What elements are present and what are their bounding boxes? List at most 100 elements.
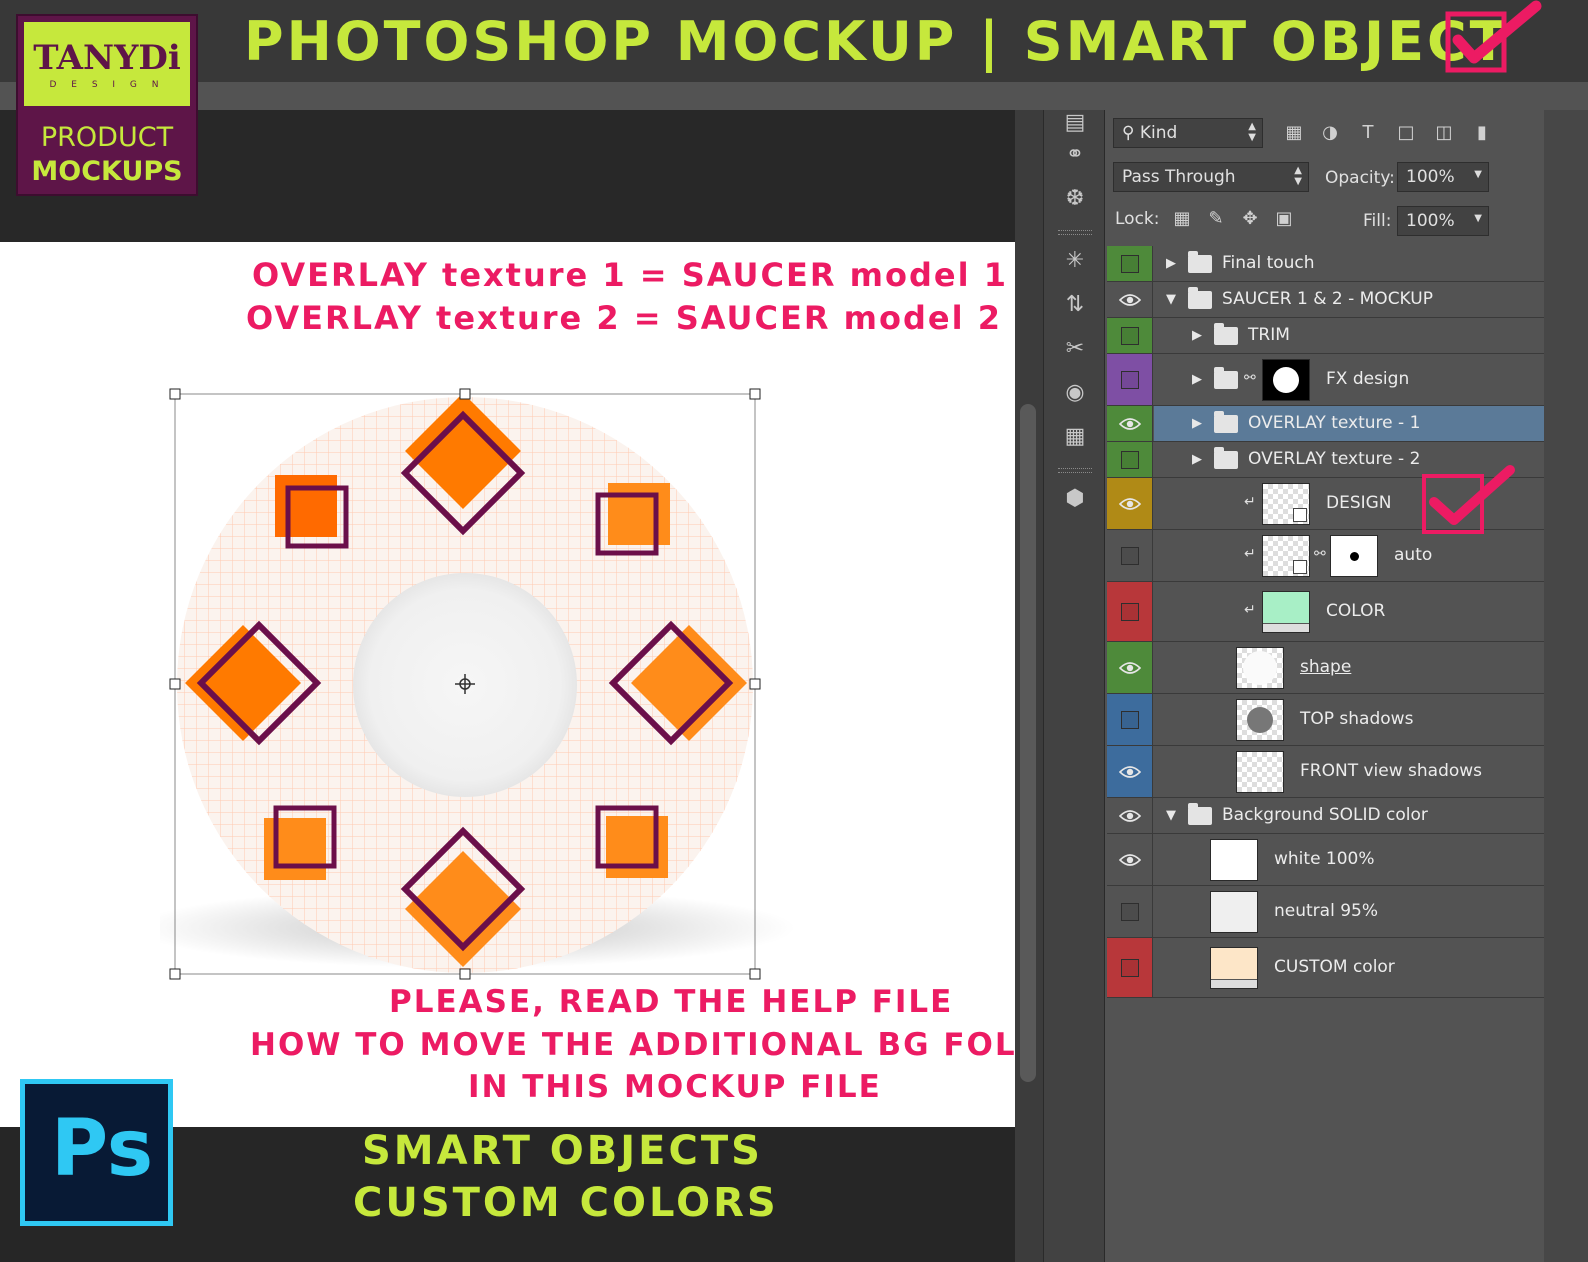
clipping-arrow-icon: ↵ <box>1244 545 1256 562</box>
filter-adjustment-icon[interactable]: ◑ <box>1319 122 1341 144</box>
canvas-scrollbar-thumb[interactable] <box>1020 404 1036 1082</box>
3d-cube-icon[interactable]: ⬢ <box>1062 486 1088 512</box>
layer-row[interactable]: ▶ Final touch <box>1107 246 1544 282</box>
layer-row[interactable]: ▶ TRIM <box>1107 318 1544 354</box>
layer-name: OVERLAY texture - 2 <box>1248 448 1421 469</box>
creative-cloud-icon[interactable]: ⚭ <box>1062 142 1088 168</box>
layer-row[interactable]: shape <box>1107 642 1544 694</box>
filter-type-icon[interactable]: T <box>1357 122 1379 144</box>
panel-grip-2[interactable] <box>1058 468 1092 473</box>
lock-all-icon[interactable]: ▣ <box>1273 208 1295 230</box>
layer-visibility-toggle[interactable] <box>1107 938 1153 997</box>
libraries-icon[interactable]: ❆ <box>1062 186 1088 212</box>
layer-row[interactable]: CUSTOM color <box>1107 938 1544 998</box>
expand-triangle-icon[interactable]: ▶ <box>1192 416 1202 431</box>
eye-icon[interactable] <box>1119 853 1141 867</box>
panel-scrollbar[interactable] <box>1544 110 1588 1262</box>
layer-row[interactable]: FRONT view shadows <box>1107 746 1544 798</box>
layer-visibility-toggle[interactable] <box>1107 746 1153 797</box>
layer-visibility-toggle[interactable] <box>1107 318 1153 353</box>
history-icon[interactable]: ⇅ <box>1062 292 1088 318</box>
lock-position-icon[interactable]: ✥ <box>1239 208 1261 230</box>
layer-visibility-toggle[interactable] <box>1107 886 1153 937</box>
layer-thumbnail[interactable] <box>1210 890 1258 933</box>
visibility-off-box[interactable] <box>1121 370 1139 389</box>
opacity-input[interactable]: 100% ▼ <box>1397 162 1489 192</box>
expand-triangle-icon[interactable]: ▶ <box>1192 372 1202 387</box>
layer-visibility-toggle[interactable] <box>1107 834 1153 885</box>
layer-row[interactable]: ▼ Background SOLID color <box>1107 798 1544 834</box>
layer-visibility-toggle[interactable] <box>1107 694 1153 745</box>
top-banner: PHOTOSHOP MOCKUP | SMART OBJECT <box>0 0 1588 82</box>
visibility-off-box[interactable] <box>1121 450 1139 469</box>
swatches-icon[interactable]: ◉ <box>1062 380 1088 406</box>
grid-icon[interactable]: ▦ <box>1062 424 1088 450</box>
filter-smart-object-icon[interactable]: ◫ <box>1433 122 1455 144</box>
visibility-off-box[interactable] <box>1121 902 1139 921</box>
eye-icon[interactable] <box>1119 661 1141 675</box>
properties-icon[interactable]: ▤ <box>1062 110 1088 136</box>
layer-mask-thumbnail[interactable] <box>1262 358 1310 401</box>
layer-visibility-toggle[interactable] <box>1107 582 1153 641</box>
layer-thumbnail[interactable] <box>1236 750 1284 793</box>
filter-toggle-icon[interactable]: ▮ <box>1471 122 1493 144</box>
layer-row[interactable]: ▶ OVERLAY texture - 1 <box>1107 406 1544 442</box>
layer-row[interactable]: neutral 95% <box>1107 886 1544 938</box>
layer-visibility-toggle[interactable] <box>1107 442 1153 477</box>
layer-row[interactable]: white 100% <box>1107 834 1544 886</box>
layer-row[interactable]: TOP shadows <box>1107 694 1544 746</box>
eye-icon[interactable] <box>1119 497 1141 511</box>
layer-visibility-toggle[interactable] <box>1107 246 1153 281</box>
fill-input[interactable]: 100% ▼ <box>1397 206 1489 236</box>
collapse-triangle-icon[interactable]: ▼ <box>1166 292 1176 307</box>
visibility-off-box[interactable] <box>1121 326 1139 345</box>
layer-thumbnail[interactable] <box>1262 590 1310 633</box>
visibility-off-box[interactable] <box>1121 958 1139 977</box>
photoshop-logo-icon: Ps <box>20 1079 173 1226</box>
layer-thumbnail[interactable] <box>1262 534 1310 577</box>
brush-settings-icon[interactable]: ✳ <box>1062 248 1088 274</box>
layer-thumbnail[interactable] <box>1236 646 1284 689</box>
eye-icon[interactable] <box>1119 417 1141 431</box>
filter-kind-select[interactable]: ⚲ Kind ▲ ▼ <box>1113 118 1263 148</box>
layer-row[interactable]: ▶ ⚯ FX design <box>1107 354 1544 406</box>
lock-transparency-icon[interactable]: ▦ <box>1171 208 1193 230</box>
chain-link-icon[interactable]: ⚯ <box>1244 370 1256 386</box>
visibility-off-box[interactable] <box>1121 710 1139 729</box>
eye-icon[interactable] <box>1119 293 1141 307</box>
visibility-off-box[interactable] <box>1121 254 1139 273</box>
layer-row[interactable]: ▼ SAUCER 1 & 2 - MOCKUP <box>1107 282 1544 318</box>
eye-icon[interactable] <box>1119 765 1141 779</box>
eye-icon[interactable] <box>1119 809 1141 823</box>
filter-shape-icon[interactable]: □ <box>1395 122 1417 144</box>
chain-link-icon[interactable]: ⚯ <box>1314 546 1326 562</box>
layer-thumbnail[interactable] <box>1210 838 1258 881</box>
layer-thumbnail[interactable] <box>1210 946 1258 989</box>
layer-visibility-toggle[interactable] <box>1107 354 1153 405</box>
filter-pixel-icon[interactable]: ▦ <box>1283 122 1305 144</box>
layer-visibility-toggle[interactable] <box>1107 798 1153 833</box>
saucer-artwork[interactable] <box>160 380 880 1000</box>
layer-visibility-toggle[interactable] <box>1107 530 1153 581</box>
layer-thumbnail[interactable] <box>1236 698 1284 741</box>
expand-triangle-icon[interactable]: ▶ <box>1192 452 1202 467</box>
panel-grip[interactable] <box>1058 230 1092 235</box>
lock-pixels-icon[interactable]: ✎ <box>1205 208 1227 230</box>
layer-row[interactable]: ↵ COLOR <box>1107 582 1544 642</box>
layer-mask-thumbnail[interactable] <box>1330 534 1378 577</box>
layer-visibility-toggle[interactable] <box>1107 282 1153 317</box>
expand-triangle-icon[interactable]: ▶ <box>1192 328 1202 343</box>
layer-visibility-toggle[interactable] <box>1107 478 1153 529</box>
layer-visibility-toggle[interactable] <box>1107 642 1153 693</box>
layer-thumbnail[interactable] <box>1262 482 1310 525</box>
visibility-off-box[interactable] <box>1121 546 1139 565</box>
collapse-triangle-icon[interactable]: ▼ <box>1166 808 1176 823</box>
scissors-icon[interactable]: ✂ <box>1062 336 1088 362</box>
expand-triangle-icon[interactable]: ▶ <box>1166 256 1176 271</box>
layer-name: white 100% <box>1274 848 1375 869</box>
visibility-off-box[interactable] <box>1121 602 1139 621</box>
logo-product: PRODUCT <box>40 122 174 153</box>
layer-name: FX design <box>1326 368 1410 389</box>
blend-mode-select[interactable]: Pass Through ▲ ▼ <box>1113 162 1309 192</box>
layer-visibility-toggle[interactable] <box>1107 406 1153 441</box>
